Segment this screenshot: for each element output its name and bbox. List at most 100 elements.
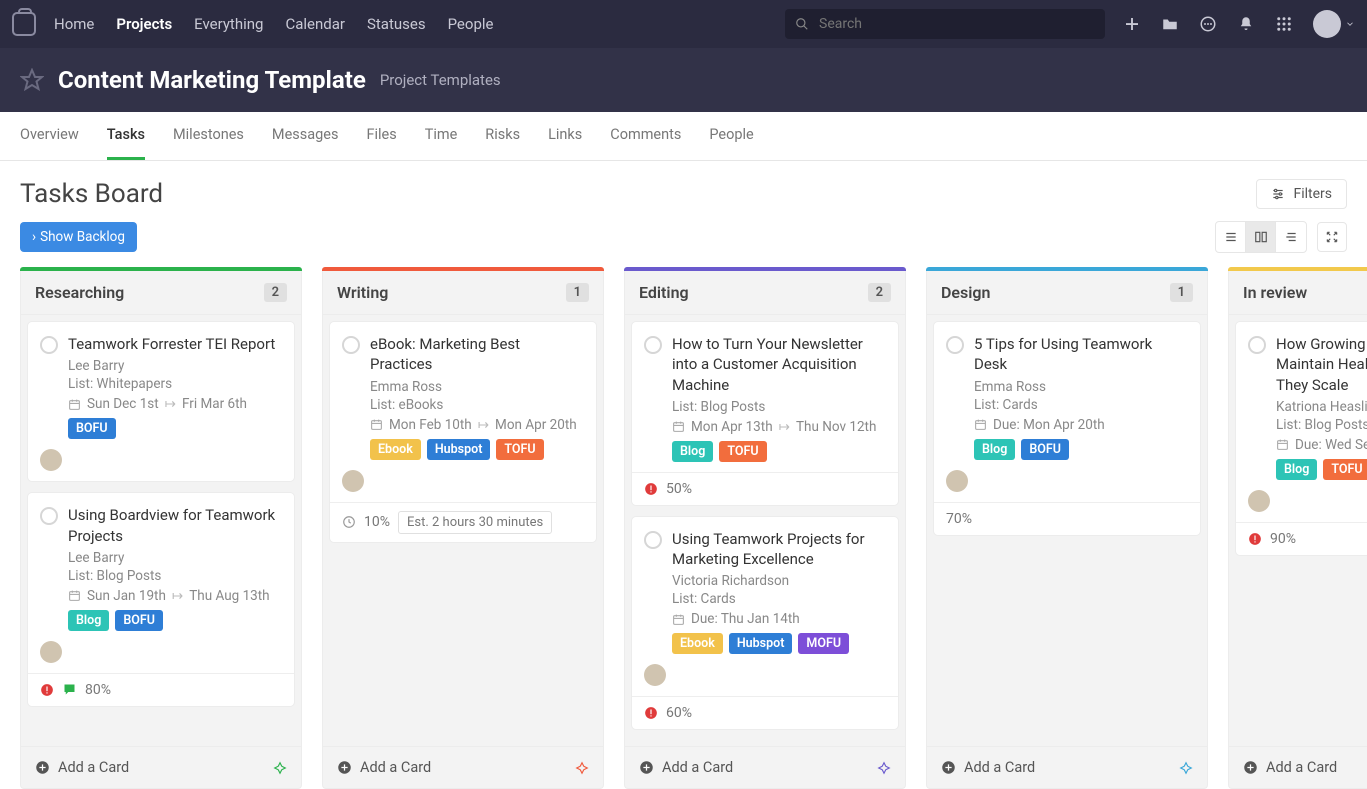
tab-milestones[interactable]: Milestones	[173, 112, 244, 160]
tag[interactable]: Hubspot	[729, 633, 793, 654]
user-menu[interactable]	[1313, 10, 1355, 38]
column-header[interactable]: Researching2	[20, 271, 302, 315]
filters-button[interactable]: Filters	[1256, 179, 1347, 209]
tab-links[interactable]: Links	[548, 112, 582, 160]
tag[interactable]: BOFU	[1021, 439, 1069, 460]
add-icon[interactable]	[1123, 15, 1141, 33]
nav-calendar[interactable]: Calendar	[285, 15, 345, 33]
task-card[interactable]: 5 Tips for Using Teamwork DeskEmma RossL…	[933, 321, 1201, 536]
card-progress: 60%	[666, 705, 692, 721]
assignee-avatar[interactable]	[946, 470, 968, 492]
expand-button[interactable]	[1317, 222, 1347, 252]
trigger-icon[interactable]	[1179, 761, 1193, 775]
apps-icon[interactable]	[1275, 15, 1293, 33]
search-input[interactable]	[817, 15, 1095, 33]
bell-icon[interactable]	[1237, 15, 1255, 33]
card-progress: 50%	[666, 481, 692, 497]
tab-people[interactable]: People	[709, 112, 753, 160]
tag[interactable]: TOFU	[496, 439, 543, 460]
star-icon[interactable]	[20, 68, 44, 92]
tab-files[interactable]: Files	[366, 112, 396, 160]
column-researching: Researching2 Teamwork Forrester TEI Repor…	[20, 267, 302, 789]
folder-icon[interactable]	[1161, 15, 1179, 33]
project-subtitle[interactable]: Project Templates	[380, 71, 501, 89]
add-card-button[interactable]: Add a Card	[941, 759, 1035, 776]
card-footer: 50%	[632, 472, 898, 505]
column-count: 2	[264, 283, 287, 302]
view-board-button[interactable]	[1246, 222, 1276, 252]
column-footer: Add a Card	[20, 747, 302, 789]
complete-checkbox[interactable]	[946, 336, 964, 354]
tag[interactable]: TOFU	[1323, 459, 1367, 480]
tag[interactable]: Blog	[974, 439, 1015, 460]
nav-home[interactable]: Home	[54, 15, 94, 33]
card-dates: Sun Dec 1st↦Fri Mar 6th	[68, 396, 282, 412]
tag[interactable]: BOFU	[68, 418, 116, 439]
nav-people[interactable]: People	[448, 15, 494, 33]
tag[interactable]: Ebook	[672, 633, 723, 654]
nav-projects[interactable]: Projects	[116, 15, 172, 33]
chat-icon[interactable]	[1199, 15, 1217, 33]
complete-checkbox[interactable]	[342, 336, 360, 354]
complete-checkbox[interactable]	[644, 336, 662, 354]
nav-everything[interactable]: Everything	[194, 15, 263, 33]
tag[interactable]: TOFU	[719, 441, 766, 462]
show-backlog-button[interactable]: › Show Backlog	[20, 222, 137, 252]
tab-comments[interactable]: Comments	[610, 112, 681, 160]
tab-tasks[interactable]: Tasks	[107, 112, 145, 160]
add-card-label: Add a Card	[1266, 759, 1337, 776]
tag[interactable]: Ebook	[370, 439, 421, 460]
add-card-button[interactable]: Add a Card	[35, 759, 129, 776]
assignee-avatar[interactable]	[40, 449, 62, 471]
tab-risks[interactable]: Risks	[485, 112, 520, 160]
card-title: How to Turn Your Newsletter into a Custo…	[672, 334, 886, 395]
trigger-icon[interactable]	[575, 761, 589, 775]
assignee-avatar[interactable]	[40, 641, 62, 663]
tag[interactable]: Blog	[1276, 459, 1317, 480]
complete-checkbox[interactable]	[1248, 336, 1266, 354]
nav-statuses[interactable]: Statuses	[367, 15, 426, 33]
column-header[interactable]: Design1	[926, 271, 1208, 315]
tab-messages[interactable]: Messages	[272, 112, 339, 160]
view-list-button[interactable]	[1216, 222, 1246, 252]
board-title: Tasks Board	[20, 179, 163, 209]
tab-overview[interactable]: Overview	[20, 112, 79, 160]
complete-checkbox[interactable]	[40, 336, 58, 354]
tag[interactable]: Hubspot	[427, 439, 491, 460]
task-card[interactable]: How Growing Agencies Maintain Healthy Ma…	[1235, 321, 1367, 556]
card-dates: Mon Feb 10th↦Mon Apr 20th	[370, 417, 584, 433]
assignee-avatar[interactable]	[644, 664, 666, 686]
add-card-button[interactable]: Add a Card	[1243, 759, 1337, 776]
tab-time[interactable]: Time	[425, 112, 458, 160]
comment-icon[interactable]	[62, 682, 77, 697]
assignee-avatar[interactable]	[1248, 490, 1270, 512]
card-footer: 10%Est. 2 hours 30 minutes	[330, 502, 596, 542]
search-box[interactable]	[785, 9, 1105, 39]
column-header[interactable]: Writing1	[322, 271, 604, 315]
column-header[interactable]: In review	[1228, 271, 1367, 315]
trigger-icon[interactable]	[273, 761, 287, 775]
nav-links: Home Projects Everything Calendar Statuses Pe…	[54, 15, 493, 33]
tag[interactable]: BOFU	[115, 610, 163, 631]
add-card-button[interactable]: Add a Card	[337, 759, 431, 776]
complete-checkbox[interactable]	[40, 507, 58, 525]
card-tags: Blog BOFU	[68, 610, 282, 631]
tag[interactable]: MOFU	[798, 633, 849, 654]
app-logo[interactable]	[12, 12, 36, 36]
column-header[interactable]: Editing2	[624, 271, 906, 315]
add-card-button[interactable]: Add a Card	[639, 759, 733, 776]
task-card[interactable]: Teamwork Forrester TEI ReportLee BarryLi…	[27, 321, 295, 482]
view-compact-button[interactable]	[1276, 222, 1306, 252]
column-name: Writing	[337, 283, 388, 302]
card-tags: Blog BOFU	[974, 439, 1188, 460]
clock-icon	[342, 515, 356, 529]
task-card[interactable]: Using Boardview for Teamwork ProjectsLee…	[27, 492, 295, 707]
assignee-avatar[interactable]	[342, 470, 364, 492]
tag[interactable]: Blog	[68, 610, 109, 631]
task-card[interactable]: eBook: Marketing Best PracticesEmma Ross…	[329, 321, 597, 543]
complete-checkbox[interactable]	[644, 531, 662, 549]
task-card[interactable]: How to Turn Your Newsletter into a Custo…	[631, 321, 899, 506]
task-card[interactable]: Using Teamwork Projects for Marketing Ex…	[631, 516, 899, 731]
trigger-icon[interactable]	[877, 761, 891, 775]
tag[interactable]: Blog	[672, 441, 713, 462]
